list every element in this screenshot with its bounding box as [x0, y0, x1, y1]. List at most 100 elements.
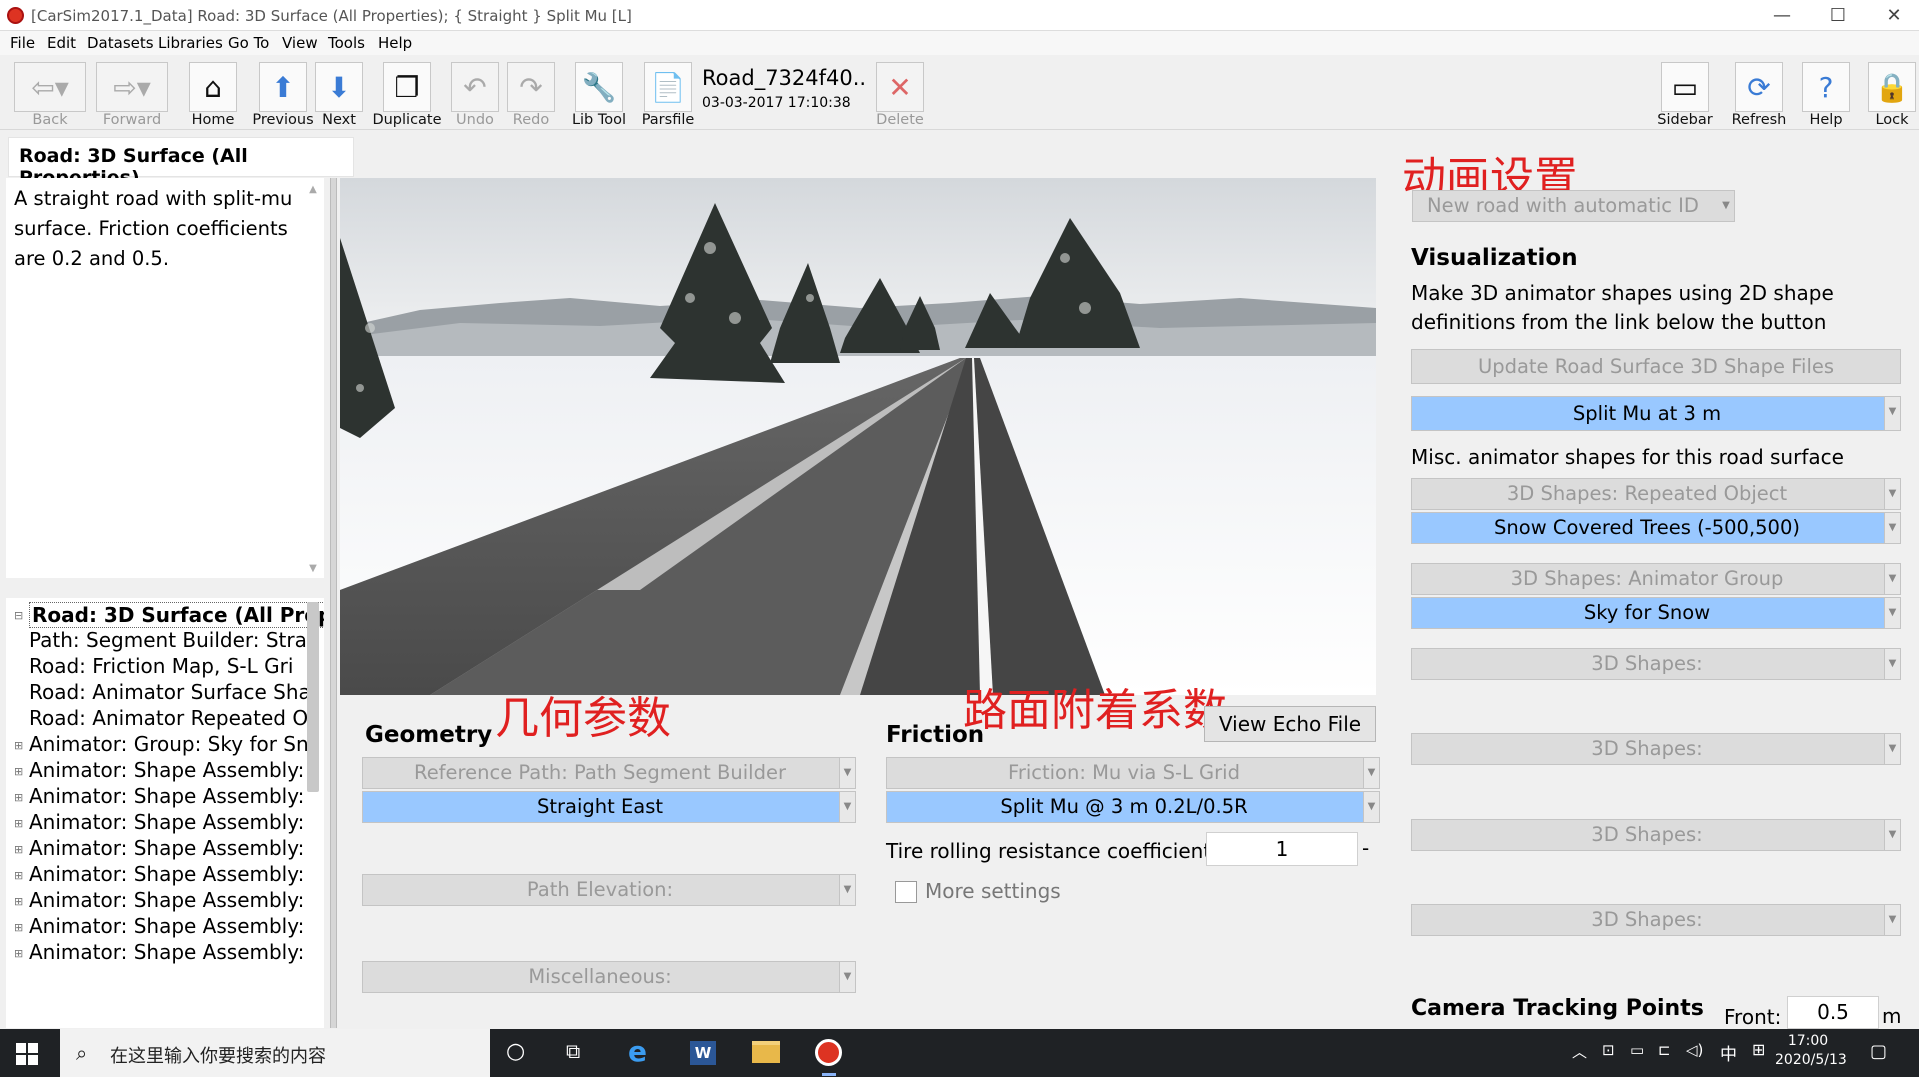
friction-map-dataset[interactable]: Split Mu @ 3 m 0.2L/0.5R ▼: [886, 791, 1380, 823]
tree-item[interactable]: Animator: Shape Assembly:: [29, 940, 304, 964]
tree-expander-icon[interactable]: ⊞: [14, 739, 23, 752]
back-button[interactable]: ⇦▾ Back: [10, 60, 90, 128]
tree-expander-icon[interactable]: ⊞: [14, 895, 23, 908]
up-arrow-icon: ⬆: [259, 62, 307, 112]
menu-view[interactable]: View: [282, 34, 318, 52]
edge-browser-icon[interactable]: e: [628, 1035, 647, 1068]
view-echo-file-button[interactable]: View Echo File: [1204, 706, 1376, 742]
tree-item[interactable]: Road: Animator Surface Sha: [29, 680, 311, 704]
path-elevation-link[interactable]: Path Elevation: ▼: [362, 874, 856, 906]
refresh-button[interactable]: ⟳ Refresh: [1728, 60, 1790, 128]
tree-item[interactable]: Animator: Shape Assembly:: [29, 862, 304, 886]
menu-goto[interactable]: Go To: [228, 34, 269, 52]
parsfile-button[interactable]: 📄 Parsfile: [638, 60, 698, 128]
next-button[interactable]: ⬇ Next: [312, 60, 366, 128]
panel-splitter[interactable]: [330, 178, 337, 1028]
tree-expander-icon[interactable]: ⊞: [14, 791, 23, 804]
taskbar-search-input[interactable]: 在这里输入你要搜索的内容: [60, 1029, 490, 1077]
dataset-description[interactable]: A straight road with split-mu surface. F…: [6, 178, 324, 578]
redo-button[interactable]: ↷ Redo: [504, 60, 558, 128]
undo-button[interactable]: ↶ Undo: [448, 60, 502, 128]
animator-group-link[interactable]: 3D Shapes: Animator Group ▼: [1411, 563, 1901, 595]
search-icon: ⌕: [76, 1041, 88, 1065]
road-shape-dataset[interactable]: Split Mu at 3 m ▼: [1411, 396, 1901, 431]
ime-indicator[interactable]: 中: [1720, 1040, 1737, 1065]
shapes-link-3[interactable]: 3D Shapes: ▼: [1411, 819, 1901, 851]
annotation-geometry: 几何参数: [495, 693, 671, 744]
tree-item[interactable]: Animator: Shape Assembly:: [29, 810, 304, 834]
delete-button[interactable]: ✕ Delete: [872, 60, 928, 128]
tree-item[interactable]: Path: Segment Builder: Stra: [29, 628, 307, 652]
libtool-button[interactable]: 🔧 Lib Tool: [566, 60, 632, 128]
tree-scrollbar[interactable]: [307, 602, 319, 792]
tree-expander-icon[interactable]: ⊞: [14, 921, 23, 934]
wrench-icon: 🔧: [575, 62, 623, 112]
windows-start-icon[interactable]: [16, 1043, 38, 1065]
shapes-link-4[interactable]: 3D Shapes: ▼: [1411, 904, 1901, 936]
road-scene-image: [340, 178, 1376, 695]
animator-group-dataset[interactable]: Sky for Snow ▼: [1411, 597, 1901, 629]
tray-display-icon[interactable]: ⊏: [1658, 1041, 1671, 1059]
tree-item[interactable]: Animator: Shape Assembly:: [29, 758, 304, 782]
menu-tools[interactable]: Tools: [328, 34, 365, 52]
tree-item[interactable]: Animator: Shape Assembly:: [29, 888, 304, 912]
tray-volume-icon[interactable]: ◁): [1686, 1041, 1703, 1059]
tray-battery-icon[interactable]: ▭: [1630, 1041, 1644, 1059]
menu-help[interactable]: Help: [378, 34, 412, 52]
cortana-icon[interactable]: ○: [506, 1039, 525, 1064]
menu-edit[interactable]: Edit: [47, 34, 76, 52]
task-view-icon[interactable]: ⧉: [566, 1039, 580, 1063]
more-settings-checkbox[interactable]: [895, 881, 917, 903]
reference-path-dataset[interactable]: Straight East ▼: [362, 791, 856, 823]
new-road-dropdown[interactable]: New road with automatic ID ▼: [1412, 190, 1735, 222]
maximize-icon[interactable]: ☐: [1815, 0, 1861, 31]
help-button[interactable]: ? Help: [1798, 60, 1854, 128]
rolling-resistance-input[interactable]: 1: [1206, 832, 1358, 866]
word-icon[interactable]: W: [690, 1041, 716, 1065]
shapes-link-1[interactable]: 3D Shapes: ▼: [1411, 648, 1901, 680]
repeated-object-link[interactable]: 3D Shapes: Repeated Object ▼: [1411, 478, 1901, 510]
tree-expander-icon[interactable]: ⊟: [14, 609, 23, 622]
tree-item[interactable]: Animator: Shape Assembly:: [29, 836, 304, 860]
reference-path-link[interactable]: Reference Path: Path Segment Builder ▼: [362, 757, 856, 789]
repeated-object-dataset[interactable]: Snow Covered Trees (-500,500) ▼: [1411, 512, 1901, 544]
forward-button[interactable]: ⇨▾ Forward: [92, 60, 172, 128]
tray-network-icon[interactable]: ⊡: [1602, 1041, 1615, 1059]
carsim-taskbar-icon[interactable]: [815, 1039, 842, 1066]
sidebar-button[interactable]: ▭ Sidebar: [1654, 60, 1716, 128]
tree-item[interactable]: Animator: Group: Sky for Sn: [29, 732, 309, 756]
tree-expander-icon[interactable]: ⊞: [14, 947, 23, 960]
menu-libraries[interactable]: Libraries: [158, 34, 223, 52]
tree-item[interactable]: Road: Animator Repeated O: [29, 706, 308, 730]
update-shape-files-button[interactable]: Update Road Surface 3D Shape Files: [1411, 349, 1901, 384]
menu-file[interactable]: File: [10, 34, 35, 52]
tree-expander-icon[interactable]: ⊞: [14, 843, 23, 856]
tree-expander-icon[interactable]: ⊞: [14, 765, 23, 778]
file-explorer-icon[interactable]: [752, 1041, 780, 1063]
home-button[interactable]: ⌂ Home: [184, 60, 242, 128]
desc-scrollbar[interactable]: ▲ ▼: [306, 184, 320, 574]
friction-map-link[interactable]: Friction: Mu via S-L Grid ▼: [886, 757, 1380, 789]
dataset-name: Road_7324f40..: [702, 66, 867, 90]
menu-datasets[interactable]: Datasets: [87, 34, 154, 52]
tree-item[interactable]: Animator: Shape Assembly:: [29, 914, 304, 938]
previous-button[interactable]: ⬆ Previous: [250, 60, 316, 128]
tree-item[interactable]: Road: Friction Map, S-L Gri: [29, 654, 293, 678]
tree-expander-icon[interactable]: ⊞: [14, 869, 23, 882]
miscellaneous-link[interactable]: Miscellaneous: ▼: [362, 961, 856, 993]
close-icon[interactable]: ✕: [1871, 0, 1917, 31]
duplicate-button[interactable]: ❐ Duplicate: [372, 60, 442, 128]
tree-item[interactable]: Animator: Shape Assembly:: [29, 784, 304, 808]
tree-item[interactable]: Road: 3D Surface (All Prop: [29, 602, 324, 628]
tree-item-label: Animator: Shape Assembly:: [29, 862, 305, 886]
shapes-link-2[interactable]: 3D Shapes: ▼: [1411, 733, 1901, 765]
minimize-icon[interactable]: —: [1759, 0, 1805, 31]
lock-button[interactable]: 🔒 Lock: [1866, 60, 1918, 128]
taskbar-clock[interactable]: 17:00 2020/5/13: [1775, 1033, 1847, 1068]
misc-shapes-label: Misc. animator shapes for this road surf…: [1411, 445, 1844, 469]
ime-mode-icon[interactable]: ⊞: [1752, 1040, 1765, 1059]
action-center-icon[interactable]: ▢: [1870, 1041, 1887, 1062]
tray-chevron-icon[interactable]: ︿: [1572, 1041, 1587, 1062]
front-input[interactable]: 0.5: [1787, 996, 1879, 1029]
tree-expander-icon[interactable]: ⊞: [14, 817, 23, 830]
